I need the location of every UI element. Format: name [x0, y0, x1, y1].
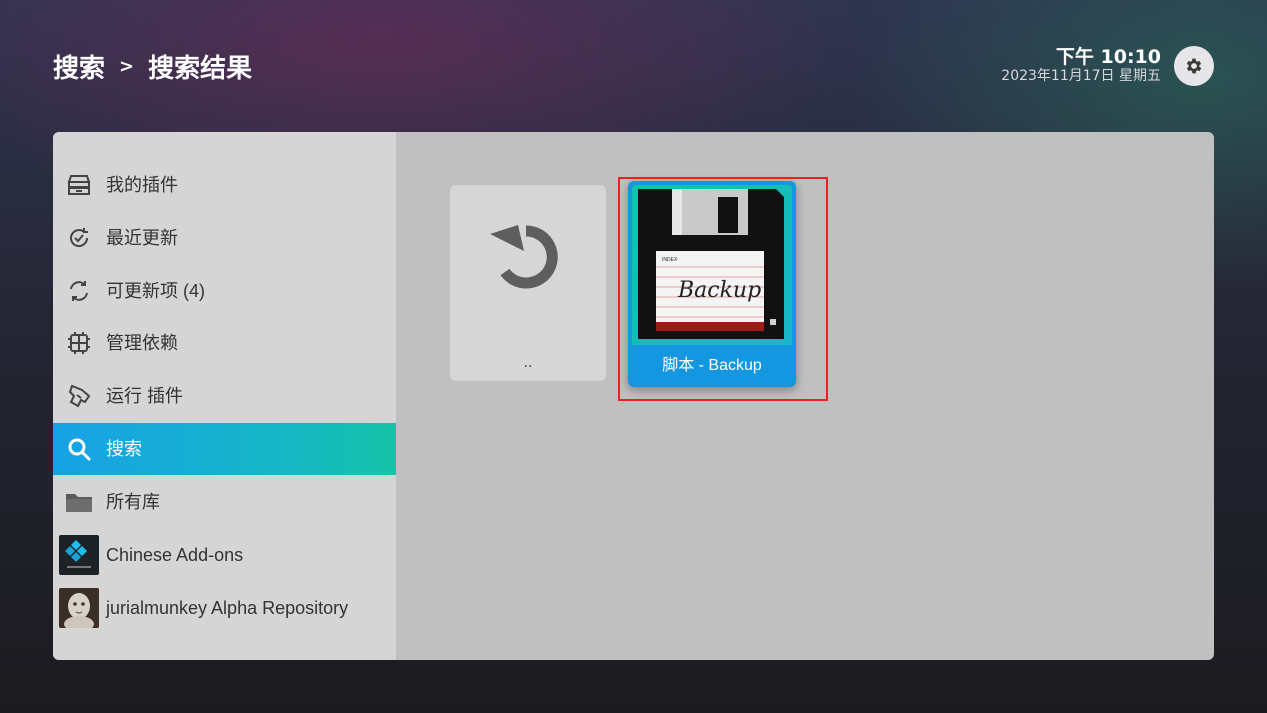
- sidebar: 我的插件 最近更新 可更新项 (4) 管理依赖 运行 插件 搜索 所有库 Chi…: [53, 132, 396, 660]
- sidebar-item-label: 管理依赖: [106, 333, 178, 353]
- breadcrumb-parent[interactable]: 搜索: [53, 48, 105, 85]
- folder-icon: [65, 488, 93, 516]
- parent-folder-label: ..: [523, 355, 533, 371]
- sidebar-item-label: 运行 插件: [106, 386, 184, 406]
- search-icon: [65, 435, 93, 463]
- sidebar-item-label: Chinese Add-ons: [106, 545, 244, 565]
- repo-avatar-thumbnail: [59, 588, 99, 628]
- sidebar-item-available-updates[interactable]: 可更新项 (4): [53, 265, 396, 317]
- gear-icon: [1186, 58, 1202, 74]
- available-updates-icon: [65, 277, 93, 305]
- sidebar-item-search[interactable]: 搜索: [53, 423, 396, 475]
- running-addons-icon: [65, 382, 93, 410]
- breadcrumb-separator: >: [119, 56, 135, 77]
- clock: 下午 10:10 2023年11月17日 星期五: [1001, 46, 1161, 84]
- recently-updated-icon: [65, 224, 93, 252]
- breadcrumb-current: 搜索结果: [148, 54, 253, 84]
- breadcrumb: 搜索 > 搜索结果: [53, 48, 252, 85]
- sidebar-item-label: 所有库: [106, 492, 160, 512]
- sidebar-item-label: 可更新项 (4): [106, 281, 205, 301]
- sidebar-item-chinese-addons[interactable]: Chinese Add-ons: [53, 529, 396, 581]
- clock-date: 2023年11月17日 星期五: [1001, 68, 1161, 84]
- sidebar-item-manage-dependencies[interactable]: 管理依赖: [53, 317, 396, 369]
- sidebar-item-label: 搜索: [106, 439, 142, 459]
- sidebar-item-my-addons[interactable]: 我的插件: [53, 159, 396, 211]
- sidebar-item-label: 我的插件: [106, 175, 178, 195]
- parent-folder-tile[interactable]: ..: [450, 185, 606, 381]
- addon-box-icon: [65, 171, 93, 199]
- clock-time: 下午 10:10: [1055, 46, 1161, 68]
- back-arrow-icon: [490, 225, 558, 289]
- sidebar-item-jurialmunkey-repo[interactable]: jurialmunkey Alpha Repository: [53, 582, 396, 634]
- dependencies-icon: [65, 329, 93, 357]
- sidebar-item-running-addons[interactable]: 运行 插件: [53, 370, 396, 422]
- sidebar-item-recently-updated[interactable]: 最近更新: [53, 212, 396, 264]
- settings-button[interactable]: [1174, 46, 1214, 86]
- selection-highlight: [618, 177, 828, 401]
- kodi-repo-thumbnail: [59, 535, 99, 575]
- sidebar-item-label: jurialmunkey Alpha Repository: [106, 598, 349, 618]
- sidebar-item-all-repositories[interactable]: 所有库: [53, 476, 396, 528]
- sidebar-item-label: 最近更新: [106, 228, 178, 248]
